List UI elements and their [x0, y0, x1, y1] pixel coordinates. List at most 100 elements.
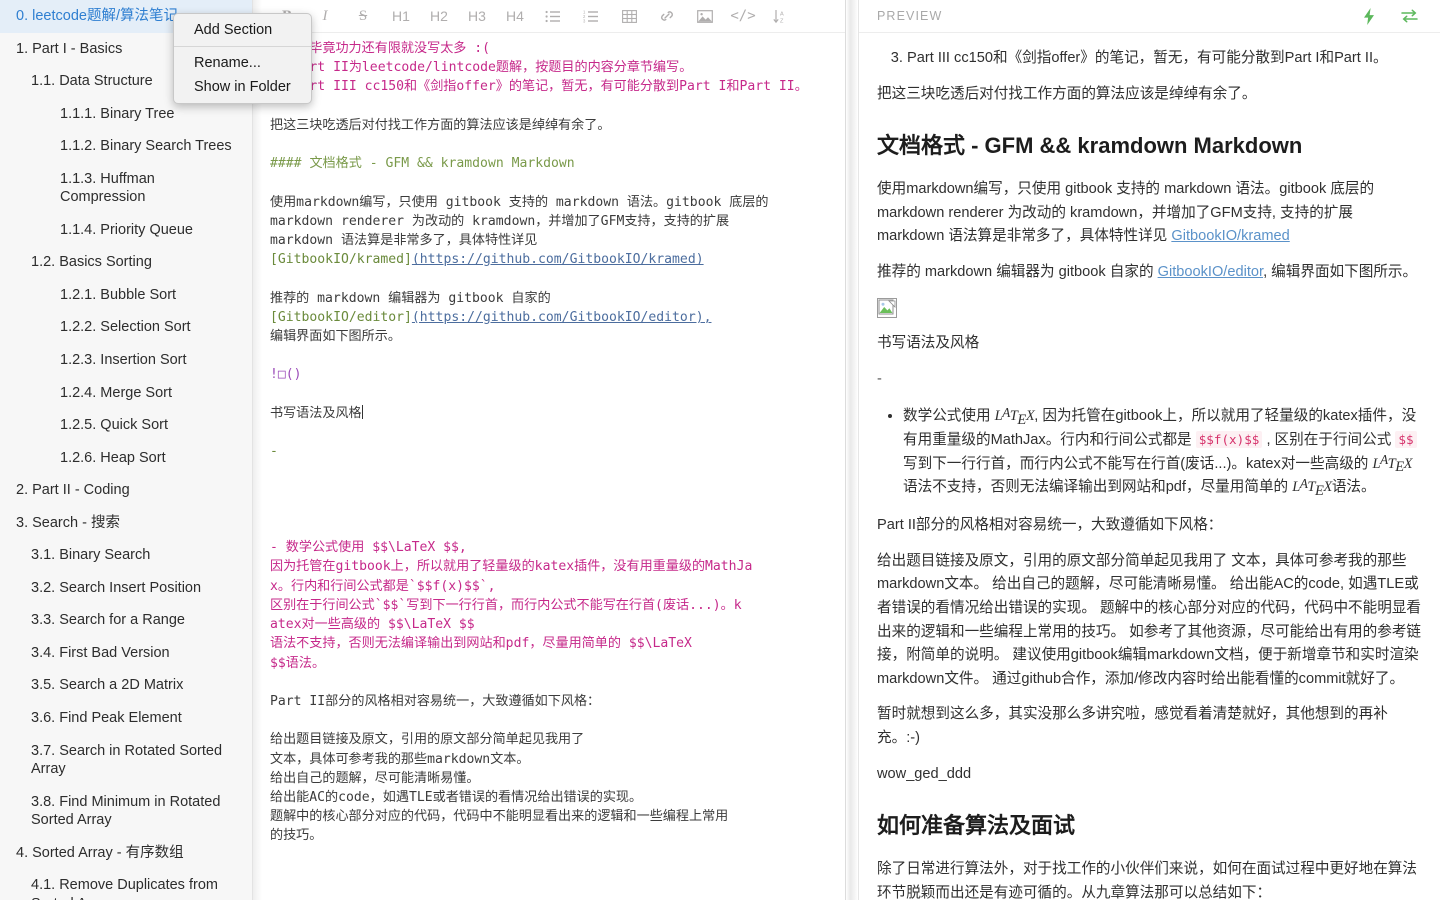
sidebar-item[interactable]: 1.2.6. Heap Sort — [0, 442, 252, 475]
link-gitbookio-editor[interactable]: GitbookIO/editor — [1158, 264, 1263, 280]
sidebar-item[interactable]: 1.2.5. Quick Sort — [0, 409, 252, 442]
preview-title: PREVIEW — [877, 9, 1337, 23]
preview-para-interview: 除了日常进行算法外，对于找工作的小伙伴们来说，如何在面试过程中更好地在算法环节脱… — [877, 858, 1424, 900]
context-menu-item-add-section[interactable]: Add Section — [174, 18, 311, 42]
sidebar-item[interactable]: 3.4. First Bad Version — [0, 637, 252, 670]
preview-para-editor-pre: 推荐的 markdown 编辑器为 gitbook 自家的 — [877, 264, 1158, 280]
preview-para-markdown-text: 使用markdown编写，只使用 gitbook 支持的 markdown 语法… — [877, 181, 1374, 244]
svg-text:A: A — [780, 11, 784, 17]
code-para-style-head: 书写语法及风格 — [270, 406, 362, 421]
latex-logo: LATEX — [1292, 479, 1332, 495]
code-latex-6: 语法不支持，否则无法编译输出到网站和pdf，尽量用简单的 $$\LaTeX — [270, 636, 692, 651]
sidebar-item[interactable]: 3.5. Search a 2D Matrix — [0, 669, 252, 702]
code-style-4: 给出能AC的code，如遇TLE或者错误的看情况给出错误的实现。 — [270, 790, 642, 805]
code-link-editor-url[interactable]: (https://github.com/GitbookIO/editor), — [412, 310, 712, 325]
sidebar-editor-divider[interactable] — [253, 0, 262, 900]
preview-part2-head: Part II部分的风格相对容易统一，大致遵循如下风格： — [877, 514, 1424, 538]
preview-dash: - — [877, 368, 1424, 392]
heading-3-icon[interactable]: H3 — [458, 0, 496, 33]
sidebar-item[interactable]: 1.2.3. Insertion Sort — [0, 344, 252, 377]
preview-header: PREVIEW — [859, 0, 1440, 33]
code-para-ed-2: 编辑界面如下图所示。 — [270, 329, 401, 344]
book-sections-sidebar[interactable]: 0. leetcode题解/算法笔记1. Part I - Basics1.1.… — [0, 0, 253, 900]
bullet-list-icon[interactable] — [534, 0, 572, 33]
preview-para-style-head: 书写语法及风格 — [877, 332, 1424, 356]
code-latex-7: $$语法。 — [270, 656, 325, 671]
code-latex-2: 因为托管在gitbook上，所以就用了轻量级的katex插件，没有用重量级的Ma… — [270, 559, 752, 574]
markdown-source-textarea[interactable]: 么写，毕竟功力还有限就没写太多 :( 2. Part II为leetcode/l… — [262, 33, 845, 900]
preview-heading-interview: 如何准备算法及面试 — [877, 808, 1424, 844]
code-para-ed-1: 推荐的 markdown 编辑器为 gitbook 自家的 — [270, 291, 551, 306]
markdown-editor-window: 0. leetcode题解/算法笔记1. Part I - Basics1.1.… — [0, 0, 1440, 900]
code-para-md-1: 使用markdown编写，只使用 gitbook 支持的 markdown 语法… — [270, 195, 769, 210]
code-line-2: 2. Part II为leetcode/lintcode题解，按题目的内容分章节… — [270, 60, 692, 75]
code-link-kramed-url[interactable]: (https://github.com/GitbookIO/kramed) — [412, 252, 704, 267]
bullet-text-3: , 区别在于行间公式 — [1262, 432, 1395, 448]
bullet-text-5: 语法不支持，否则无法编译输出到网站和pdf，尽量用简单的 — [903, 479, 1292, 495]
image-icon[interactable] — [686, 0, 724, 33]
sidebar-item[interactable]: 1.1.3. Huffman Compression — [0, 163, 252, 214]
sidebar-item[interactable]: 3.6. Find Peak Element — [0, 702, 252, 735]
sidebar-item[interactable]: 3.7. Search in Rotated Sorted Array — [0, 735, 252, 786]
preview-para-closing: 暂时就想到这么多，其实没那么多讲究啦，感觉看着清楚就好，其他想到的再补充。:-) — [877, 703, 1424, 750]
heading-1-icon[interactable]: H1 — [382, 0, 420, 33]
preview-para-wow: wow_ged_ddd — [877, 763, 1424, 787]
sidebar-item[interactable]: 3. Search - 搜索 — [0, 507, 252, 540]
preview-ordered-list-top: Part III cc150和《剑指offer》的笔记，暂无，有可能分散到Par… — [877, 47, 1424, 71]
list-item: Part III cc150和《剑指offer》的笔记，暂无，有可能分散到Par… — [907, 47, 1424, 71]
sidebar-item[interactable]: 1.2. Basics Sorting — [0, 246, 252, 279]
numbered-list-icon[interactable]: 1 2 3 — [572, 0, 610, 33]
sidebar-item[interactable]: 3.2. Search Insert Position — [0, 572, 252, 605]
code-para-md-2: markdown renderer 为改动的 kramdown，并增加了GFM支… — [270, 214, 729, 229]
sidebar-item[interactable]: 3.3. Search for a Range — [0, 604, 252, 637]
latex-logo: LATEX — [995, 408, 1035, 424]
sidebar-item[interactable]: 1.2.1. Bubble Sort — [0, 279, 252, 312]
preview-image-wrap — [877, 296, 1424, 320]
context-menu[interactable]: Add Section Rename... Show in Folder — [173, 13, 312, 104]
context-menu-item-rename[interactable]: Rename... — [174, 51, 311, 75]
code-style-1: 给出题目链接及原文，引用的原文部分简单起见我用了 — [270, 732, 584, 747]
sidebar-item[interactable]: 3.1. Binary Search — [0, 539, 252, 572]
text-caret — [362, 405, 363, 419]
code-style-5: 题解中的核心部分对应的代码，代码中不能明显看出来的逻辑和一些编程上常用 — [270, 809, 728, 824]
preview-para-editor: 推荐的 markdown 编辑器为 gitbook 自家的 GitbookIO/… — [877, 261, 1424, 285]
strikethrough-icon[interactable]: S — [344, 0, 382, 33]
code-latex-4: 区别在于行间公式`$$`写到下一行行首，而行内公式不能写在行首(废话...)。k — [270, 598, 742, 613]
sidebar-item[interactable]: 1.1.2. Binary Search Trees — [0, 130, 252, 163]
heading-2-icon[interactable]: H2 — [420, 0, 458, 33]
code-heading-marks: #### — [270, 156, 302, 171]
sync-scroll-icon[interactable] — [1401, 9, 1418, 23]
sidebar-item[interactable]: 1.1.4. Priority Queue — [0, 214, 252, 247]
link-gitbookio-kramed[interactable]: GitbookIO/kramed — [1171, 228, 1289, 244]
svg-text:Z: Z — [780, 18, 784, 23]
editor-pane: B I S H1 H2 H3 H4 1 2 3 — [262, 0, 845, 900]
code-style-3: 给出自己的题解，尽可能清晰易懂。 — [270, 771, 480, 786]
sidebar-item[interactable]: 1.2.4. Merge Sort — [0, 377, 252, 410]
code-icon[interactable]: </> — [724, 0, 762, 33]
latex-logo: LATEX — [1372, 456, 1412, 472]
sidebar-item[interactable]: 2. Part II - Coding — [0, 474, 252, 507]
sort-az-icon[interactable]: A Z — [762, 0, 800, 33]
code-latex-1: - 数学公式使用 $$\LaTeX $$, — [270, 540, 467, 555]
code-part2-head: Part II部分的风格相对容易统一，大致遵循如下风格： — [270, 694, 600, 709]
code-style-6: 的技巧。 — [270, 828, 322, 843]
sidebar-item[interactable]: 4. Sorted Array - 有序数组 — [0, 837, 252, 870]
context-menu-item-show-in-folder[interactable]: Show in Folder — [174, 75, 311, 99]
lightning-icon[interactable] — [1363, 8, 1375, 25]
bullet-text-6: 语法。 — [1332, 479, 1376, 495]
heading-4-icon[interactable]: H4 — [496, 0, 534, 33]
sidebar-item[interactable]: 1.2.2. Selection Sort — [0, 311, 252, 344]
preview-para-style-body: 给出题目链接及原文，引用的原文部分简单起见我用了 文本，具体可参考我的那些mar… — [877, 550, 1424, 692]
editor-preview-divider[interactable] — [845, 0, 859, 900]
sidebar-item[interactable]: 3.8. Find Minimum in Rotated Sorted Arra… — [0, 786, 252, 837]
broken-image-icon — [877, 298, 897, 318]
code-heading-text: 文档格式 - GFM && kramdown Markdown — [309, 156, 574, 171]
sidebar-item[interactable]: 4.1. Remove Duplicates from Sorted Array — [0, 869, 252, 900]
code-para-summary: 把这三块吃透后对付找工作方面的算法应该是绰绰有余了。 — [270, 118, 610, 133]
editor-toolbar[interactable]: B I S H1 H2 H3 H4 1 2 3 — [262, 0, 845, 33]
table-icon[interactable] — [610, 0, 648, 33]
code-link-kramed-text: [GitbookIO/kramed] — [270, 252, 412, 267]
context-menu-separator — [174, 46, 311, 47]
preview-para-summary: 把这三块吃透后对付找工作方面的算法应该是绰绰有余了。 — [877, 83, 1424, 107]
link-icon[interactable] — [648, 0, 686, 33]
